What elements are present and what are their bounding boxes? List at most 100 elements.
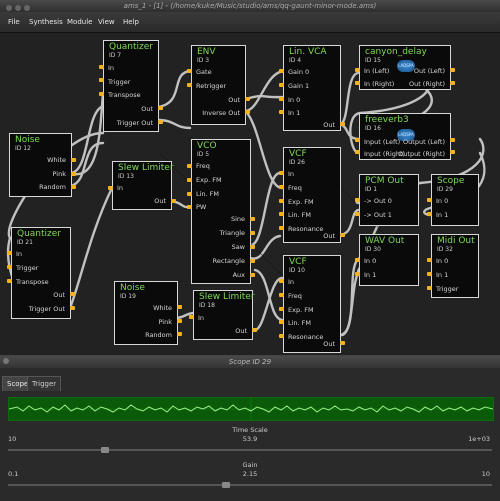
port-resonance[interactable]: Resonance: [288, 225, 323, 233]
module-scope-29[interactable]: Scope ID 29 In 0 In 1: [431, 174, 479, 226]
port-in[interactable]: In: [288, 170, 294, 178]
gain-handle[interactable]: [221, 482, 230, 488]
port-freq[interactable]: Freq: [288, 292, 302, 300]
port-in-1[interactable]: In 1: [436, 211, 448, 219]
jack[interactable]: [7, 251, 12, 255]
jack[interactable]: [427, 286, 432, 290]
port-in-0[interactable]: In 0: [436, 197, 448, 205]
jack[interactable]: [158, 106, 163, 110]
module-lin-vca-4[interactable]: Lin. VCA ID 4 Gain 0 Gain 1 In 0 In 1 Ou…: [283, 45, 341, 131]
module-freeverb3-16[interactable]: freeverb3 ID 16 LADSPA Input (Left) Inpu…: [359, 113, 451, 160]
jack[interactable]: [355, 138, 360, 142]
jack[interactable]: [187, 205, 192, 209]
jack[interactable]: [177, 332, 182, 336]
port-lin-fm[interactable]: Lin. FM: [288, 211, 311, 219]
jack[interactable]: [279, 69, 284, 73]
port-freq[interactable]: Freq: [196, 162, 210, 170]
jack[interactable]: [250, 245, 255, 249]
jack[interactable]: [187, 83, 192, 87]
port-out[interactable]: Out: [235, 327, 247, 335]
port-white[interactable]: White: [153, 304, 172, 312]
port-transpose[interactable]: Transpose: [108, 91, 141, 99]
port-gain-0[interactable]: Gain 0: [288, 68, 309, 76]
module-vcf-10[interactable]: VCF ID 10 In Freq Exp. FM Lin. FM Resona…: [283, 255, 341, 353]
jack[interactable]: [250, 273, 255, 277]
port-triangle[interactable]: Triangle: [219, 229, 245, 237]
gain-slider[interactable]: [8, 484, 492, 486]
port-exp-fm[interactable]: Exp. FM: [196, 176, 222, 184]
jack[interactable]: [340, 341, 345, 345]
jack[interactable]: [427, 212, 432, 216]
jack[interactable]: [187, 178, 192, 182]
jack[interactable]: [189, 315, 194, 319]
port-in-right[interactable]: In (Right): [364, 80, 394, 88]
port-out-1[interactable]: -> Out 1: [364, 211, 392, 219]
port-in-1[interactable]: In 1: [288, 109, 300, 117]
jack[interactable]: [427, 198, 432, 202]
jack[interactable]: [171, 199, 176, 203]
port-out[interactable]: Out: [154, 197, 166, 205]
jack[interactable]: [279, 185, 284, 189]
jack[interactable]: [450, 138, 455, 142]
port-transpose[interactable]: Transpose: [16, 278, 49, 286]
jack[interactable]: [250, 259, 255, 263]
jack[interactable]: [108, 186, 113, 190]
jack[interactable]: [158, 120, 163, 124]
port-trigger-out[interactable]: Trigger Out: [117, 119, 153, 127]
jack[interactable]: [70, 306, 75, 310]
jack[interactable]: [279, 212, 284, 216]
port-sine[interactable]: Sine: [231, 215, 245, 223]
port-exp-fm[interactable]: Exp. FM: [288, 198, 314, 206]
jack[interactable]: [245, 110, 250, 114]
port-in[interactable]: In: [108, 64, 114, 72]
port-out[interactable]: Out: [228, 96, 240, 104]
port-out-right[interactable]: Out (Right): [409, 80, 445, 88]
port-trigger[interactable]: Trigger: [436, 285, 458, 293]
time-scale-handle[interactable]: [100, 447, 109, 453]
port-lin-fm[interactable]: Lin. FM: [196, 190, 219, 198]
jack[interactable]: [279, 97, 284, 101]
time-scale-slider[interactable]: [8, 449, 492, 451]
port-in-1[interactable]: In 1: [364, 271, 376, 279]
jack[interactable]: [187, 164, 192, 168]
port-resonance[interactable]: Resonance: [288, 333, 323, 341]
jack[interactable]: [279, 279, 284, 283]
module-quantizer-21[interactable]: Quantizer ID 21 In Trigger Transpose Out…: [11, 227, 71, 319]
module-noise-12[interactable]: Noise ID 12 White Pink Random: [9, 133, 72, 197]
jack[interactable]: [355, 198, 360, 202]
port-out[interactable]: Out: [323, 121, 335, 129]
port-white[interactable]: White: [47, 156, 66, 164]
port-inverse-out[interactable]: Inverse Out: [202, 109, 240, 117]
jack[interactable]: [177, 305, 182, 309]
menu-view[interactable]: View: [95, 12, 118, 32]
module-slew-limiter-18[interactable]: Slew Limiter ID 18 In Out: [193, 290, 255, 340]
jack[interactable]: [250, 217, 255, 221]
jack[interactable]: [279, 293, 284, 297]
port-out[interactable]: Out: [141, 105, 153, 113]
port-retrigger[interactable]: Retrigger: [196, 82, 226, 90]
jack[interactable]: [177, 319, 182, 323]
jack[interactable]: [340, 122, 345, 126]
port-out[interactable]: Out: [323, 340, 335, 348]
jack[interactable]: [340, 233, 345, 237]
port-out[interactable]: Out: [53, 291, 65, 299]
port-trigger[interactable]: Trigger: [16, 264, 38, 272]
menu-help[interactable]: Help: [120, 12, 142, 32]
module-env-3[interactable]: ENV ID 3 Gate Retrigger Out Inverse Out: [191, 45, 246, 125]
jack[interactable]: [355, 81, 360, 85]
jack[interactable]: [450, 68, 455, 72]
menu-module[interactable]: Module: [64, 12, 95, 32]
port-freq[interactable]: Freq: [288, 184, 302, 192]
module-midi-out-32[interactable]: Midi Out ID 32 In 0 In 1 Trigger: [431, 234, 479, 298]
jack[interactable]: [279, 199, 284, 203]
port-out[interactable]: Out: [323, 232, 335, 240]
jack[interactable]: [7, 265, 12, 269]
port-aux[interactable]: Aux: [233, 271, 245, 279]
jack[interactable]: [279, 83, 284, 87]
module-slew-limiter-13[interactable]: Slew Limiter ID 13 In Out: [112, 161, 174, 210]
module-quantizer-7[interactable]: Quantizer ID 7 In Trigger Transpose Out …: [103, 40, 159, 132]
port-random[interactable]: Random: [145, 331, 172, 339]
jack[interactable]: [7, 279, 12, 283]
port-in-1[interactable]: In 1: [436, 271, 448, 279]
module-vcf-26[interactable]: VCF ID 26 In Freq Exp. FM Lin. FM Resona…: [283, 147, 341, 243]
